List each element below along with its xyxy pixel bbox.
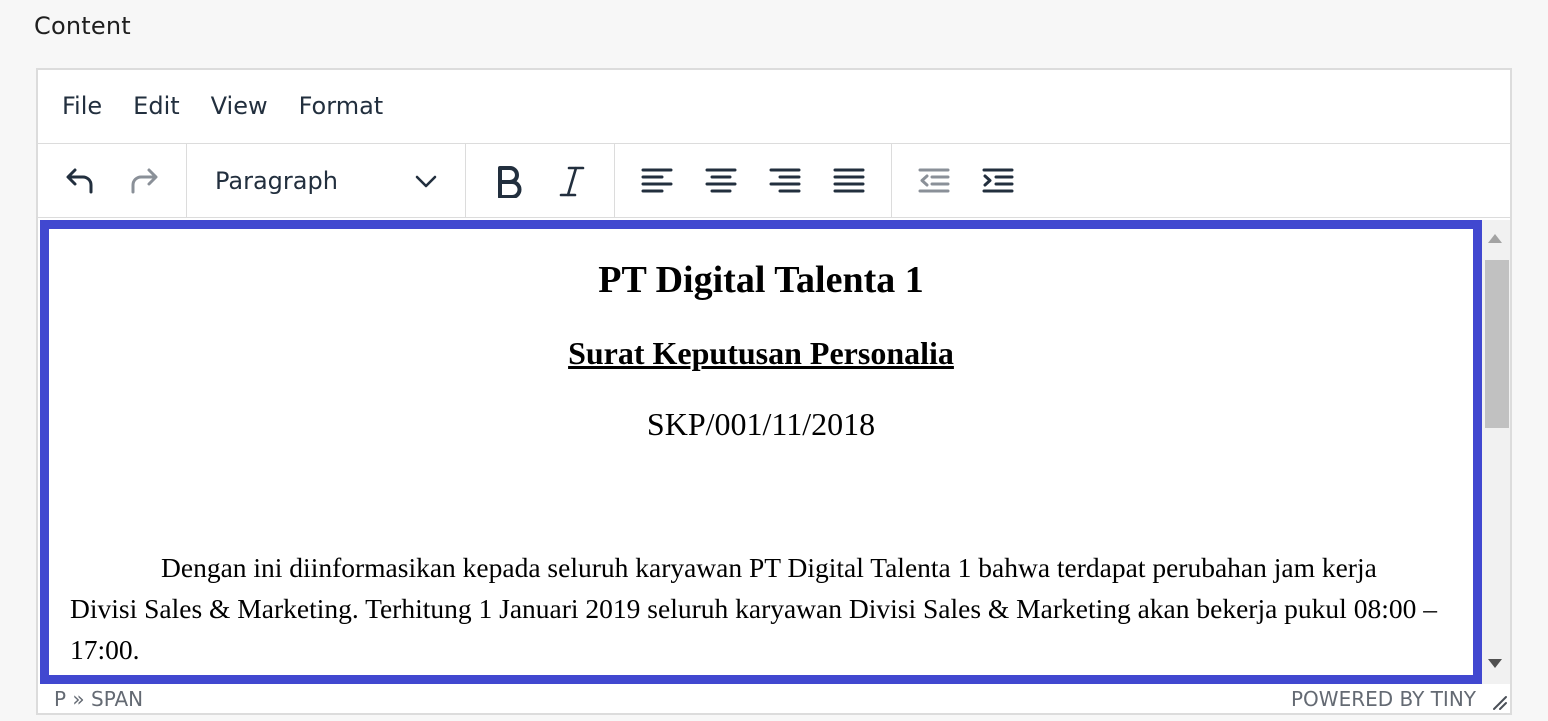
italic-button[interactable] bbox=[545, 154, 599, 208]
text-formatting-group bbox=[466, 144, 615, 217]
scrollbar-thumb[interactable] bbox=[1485, 260, 1509, 428]
undo-button[interactable] bbox=[53, 154, 107, 208]
align-left-button[interactable] bbox=[630, 154, 684, 208]
document-title: PT Digital Talenta 1 bbox=[598, 259, 924, 301]
block-format-select[interactable]: Paragraph bbox=[201, 154, 451, 208]
menu-format[interactable]: Format bbox=[287, 86, 396, 128]
align-center-icon bbox=[704, 166, 738, 196]
scroll-up-arrow-icon[interactable] bbox=[1488, 234, 1502, 243]
block-format-value: Paragraph bbox=[215, 166, 338, 195]
rich-text-editor: File Edit View Format Paragraph PT Digit… bbox=[36, 68, 1512, 715]
editor-statusbar: P » SPAN POWERED BY TINY bbox=[38, 684, 1510, 713]
redo-icon bbox=[127, 164, 161, 198]
align-justify-icon bbox=[832, 166, 866, 196]
align-right-button[interactable] bbox=[758, 154, 812, 208]
editor-content-area[interactable]: PT Digital Talenta 1 Surat Keputusan Per… bbox=[40, 220, 1482, 684]
align-justify-button[interactable] bbox=[822, 154, 876, 208]
editor-menubar: File Edit View Format bbox=[38, 70, 1510, 144]
undo-icon bbox=[63, 164, 97, 198]
document-number: SKP/001/11/2018 bbox=[646, 406, 876, 442]
block-format-group: Paragraph bbox=[187, 144, 466, 217]
powered-by-branding[interactable]: POWERED BY TINY bbox=[1291, 687, 1476, 711]
align-right-icon bbox=[768, 166, 802, 196]
document-subtitle: Surat Keputusan Personalia bbox=[568, 335, 954, 371]
content-field-label: Content bbox=[34, 12, 131, 40]
document-body-paragraph: Dengan ini diinformasikan kepada seluruh… bbox=[70, 552, 1437, 665]
menu-view[interactable]: View bbox=[199, 86, 280, 128]
outdent-button[interactable] bbox=[907, 154, 961, 208]
indent-button[interactable] bbox=[971, 154, 1025, 208]
scroll-down-arrow-icon[interactable] bbox=[1488, 659, 1502, 668]
alignment-group bbox=[615, 144, 892, 217]
editor-scrollbar[interactable] bbox=[1482, 220, 1510, 684]
editor-toolbar: Paragraph bbox=[38, 144, 1510, 218]
italic-icon bbox=[557, 164, 587, 198]
bold-icon bbox=[493, 164, 523, 198]
align-center-button[interactable] bbox=[694, 154, 748, 208]
bold-button[interactable] bbox=[481, 154, 535, 208]
menu-edit[interactable]: Edit bbox=[121, 86, 191, 128]
redo-button[interactable] bbox=[117, 154, 171, 208]
indent-icon bbox=[981, 166, 1015, 196]
history-group bbox=[38, 144, 187, 217]
outdent-icon bbox=[917, 166, 951, 196]
menu-file[interactable]: File bbox=[50, 86, 114, 128]
element-path[interactable]: P » SPAN bbox=[54, 687, 143, 711]
chevron-down-icon bbox=[415, 167, 437, 195]
align-left-icon bbox=[640, 166, 674, 196]
resize-handle-icon[interactable] bbox=[1490, 693, 1508, 711]
indent-group bbox=[892, 144, 1040, 217]
